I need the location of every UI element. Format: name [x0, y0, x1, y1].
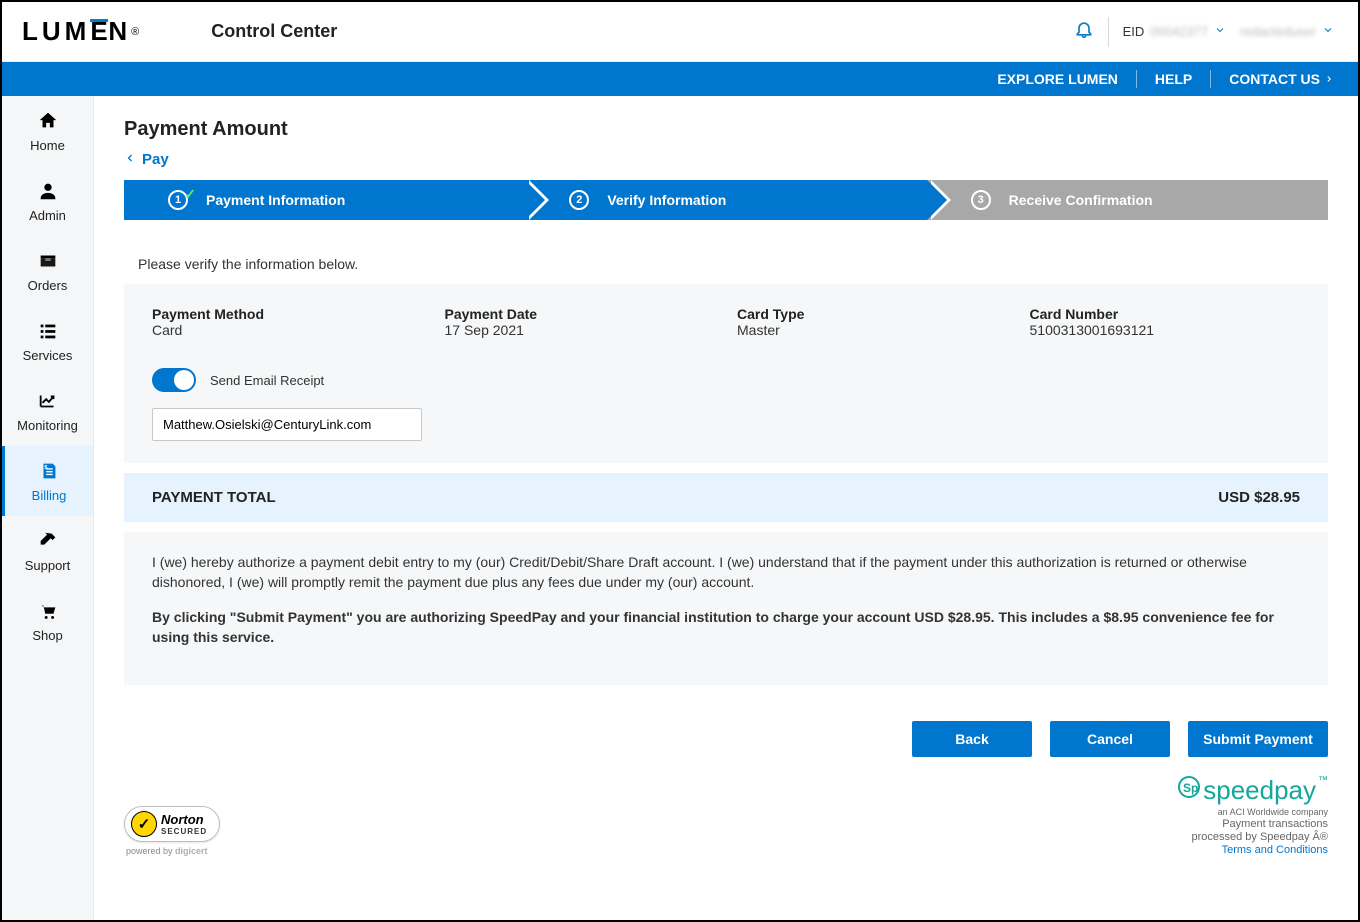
norton-name: Norton	[161, 812, 204, 827]
send-email-label: Send Email Receipt	[210, 373, 324, 388]
norton-powered-by: powered by digicert	[126, 846, 208, 856]
submit-payment-button[interactable]: Submit Payment	[1188, 721, 1328, 757]
card-number-value: 5100313001693121	[1030, 322, 1301, 338]
breadcrumb-label: Pay	[142, 151, 169, 168]
payment-date-value: 17 Sep 2021	[445, 322, 716, 338]
top-header: LUMEN® Control Center EID 00042377 redac…	[2, 2, 1358, 62]
payment-method-label: Payment Method	[152, 306, 423, 322]
speedpay-subtext: an ACI Worldwide company	[1218, 807, 1328, 817]
footer: ✓ Norton SECURED powered by digicert Sp …	[124, 775, 1328, 864]
speedpay-logo: Sp speedpay™	[1177, 775, 1328, 806]
payment-total-amount: USD $28.95	[1218, 489, 1300, 506]
divider	[1136, 70, 1137, 88]
explore-nav-bar: EXPLORE LUMEN HELP CONTACT US	[2, 62, 1358, 96]
norton-badge[interactable]: ✓ Norton SECURED powered by digicert	[124, 806, 220, 856]
progress-steps: 1 Payment Information 2 Verify Informati…	[124, 180, 1328, 220]
step-label: Verify Information	[607, 192, 726, 208]
back-button[interactable]: Back	[912, 721, 1032, 757]
norton-secured: SECURED	[161, 828, 207, 835]
sidebar-item-admin[interactable]: Admin	[2, 166, 93, 236]
info-card: Payment Method Card Payment Date 17 Sep …	[124, 284, 1328, 463]
nav-label: Home	[30, 138, 65, 153]
auth-paragraph-2: By clicking "Submit Payment" you are aut…	[152, 607, 1300, 648]
eid-dropdown[interactable]: EID 00042377	[1123, 24, 1227, 39]
sidebar-item-support[interactable]: Support	[2, 516, 93, 586]
sidebar-item-orders[interactable]: Orders	[2, 236, 93, 306]
footer-line-2: processed by Speedpay Â®	[1191, 831, 1328, 843]
card-type-value: Master	[737, 322, 1008, 338]
eid-value: 00042377	[1150, 24, 1208, 39]
payment-total-label: PAYMENT TOTAL	[152, 489, 276, 506]
auth-paragraph-1: I (we) hereby authorize a payment debit …	[152, 552, 1300, 593]
contact-us-link[interactable]: CONTACT US	[1229, 71, 1334, 87]
sidebar-item-billing[interactable]: $ Billing	[2, 446, 93, 516]
payment-total-bar: PAYMENT TOTAL USD $28.95	[124, 473, 1328, 522]
nav-label: Orders	[28, 278, 68, 293]
nav-label: Shop	[32, 628, 62, 643]
chevron-down-icon	[1214, 24, 1226, 39]
footer-line-1: Payment transactions	[1222, 818, 1328, 830]
verify-prompt: Please verify the information below.	[138, 256, 1328, 272]
card-type-label: Card Type	[737, 306, 1008, 322]
speedpay-section: Sp speedpay™ an ACI Worldwide company Pa…	[1177, 775, 1328, 856]
checkmark-icon: ✓	[131, 811, 157, 837]
svg-text:$: $	[44, 465, 47, 471]
step-receive-confirmation: 3 Receive Confirmation	[927, 180, 1328, 220]
sidebar-item-services[interactable]: Services	[2, 306, 93, 376]
nav-label: Services	[23, 348, 73, 363]
divider	[1108, 17, 1109, 47]
terms-link[interactable]: Terms and Conditions	[1222, 844, 1328, 856]
breadcrumb-back[interactable]: Pay	[124, 151, 169, 168]
sidebar-item-shop[interactable]: Shop	[2, 586, 93, 656]
help-link[interactable]: HELP	[1155, 71, 1192, 87]
explore-lumen-link[interactable]: EXPLORE LUMEN	[997, 71, 1118, 87]
eid-label: EID	[1123, 24, 1145, 39]
user-name: redacteduser	[1240, 24, 1316, 39]
payment-date-label: Payment Date	[445, 306, 716, 322]
divider	[1210, 70, 1211, 88]
cancel-button[interactable]: Cancel	[1050, 721, 1170, 757]
button-row: Back Cancel Submit Payment	[124, 721, 1328, 757]
svg-text:Sp: Sp	[1183, 781, 1198, 795]
email-input[interactable]	[152, 408, 422, 441]
nav-label: Billing	[32, 488, 67, 503]
sidebar: Home Admin Orders Services Monitoring $ …	[2, 96, 94, 920]
notifications-icon[interactable]	[1074, 19, 1094, 44]
authorization-text: I (we) hereby authorize a payment debit …	[124, 532, 1328, 685]
nav-label: Admin	[29, 208, 66, 223]
chevron-left-icon	[124, 151, 136, 168]
payment-method-value: Card	[152, 322, 423, 338]
user-dropdown[interactable]: redacteduser	[1240, 24, 1334, 39]
page-title: Payment Amount	[124, 118, 1328, 141]
lumen-logo: LUMEN®	[22, 16, 139, 47]
main-content: Payment Amount Pay 1 Payment Information…	[94, 96, 1358, 920]
step-verify-information[interactable]: 2 Verify Information	[525, 180, 926, 220]
sidebar-item-home[interactable]: Home	[2, 96, 93, 166]
nav-label: Support	[25, 558, 71, 573]
chevron-right-icon	[1324, 71, 1334, 87]
sidebar-item-monitoring[interactable]: Monitoring	[2, 376, 93, 446]
card-number-label: Card Number	[1030, 306, 1301, 322]
nav-label: Monitoring	[17, 418, 78, 433]
chevron-down-icon	[1322, 24, 1334, 39]
step-payment-information[interactable]: 1 Payment Information	[124, 180, 525, 220]
step-label: Receive Confirmation	[1009, 192, 1153, 208]
app-title: Control Center	[211, 21, 337, 42]
step-label: Payment Information	[206, 192, 345, 208]
send-email-toggle[interactable]	[152, 368, 196, 392]
